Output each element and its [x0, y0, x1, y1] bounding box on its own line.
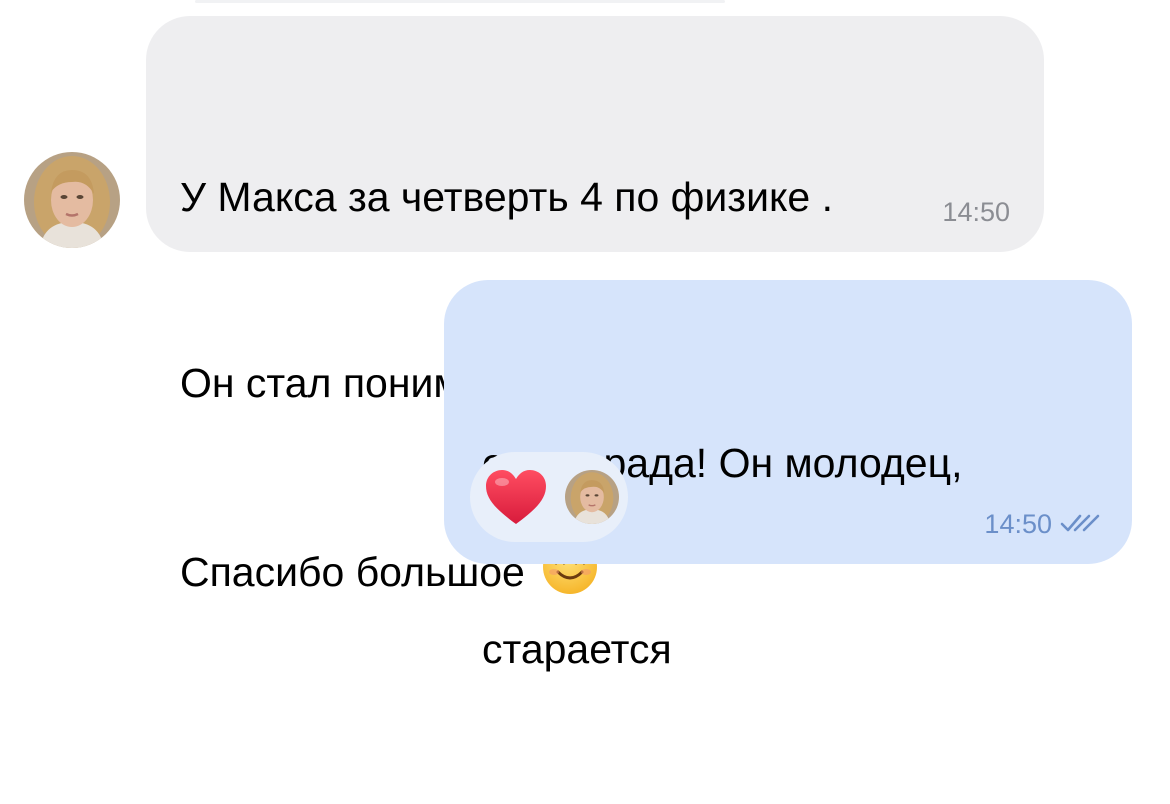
top-divider: [195, 0, 725, 3]
sender-avatar-image: [24, 152, 120, 248]
sender-avatar[interactable]: [24, 152, 120, 248]
outgoing-message-text: очень рада! Он молодец, старается: [482, 308, 962, 804]
reactions-pill[interactable]: [470, 452, 628, 542]
reactor-avatar-image: [565, 470, 619, 524]
double-check-icon: [1060, 514, 1100, 532]
message-time: 14:50: [942, 197, 1010, 227]
red-heart-emoji: [486, 470, 546, 524]
message-line: У Макса за четверть 4 по физике .: [180, 174, 833, 220]
message-time: 14:50: [984, 509, 1052, 539]
incoming-message-bubble[interactable]: У Макса за четверть 4 по физике . Он ста…: [146, 16, 1044, 595]
reactor-avatar: [565, 470, 619, 524]
outgoing-message-bubble[interactable]: очень рада! Он молодец, старается 14:50: [444, 280, 1132, 672]
message-line: старается: [482, 626, 672, 672]
